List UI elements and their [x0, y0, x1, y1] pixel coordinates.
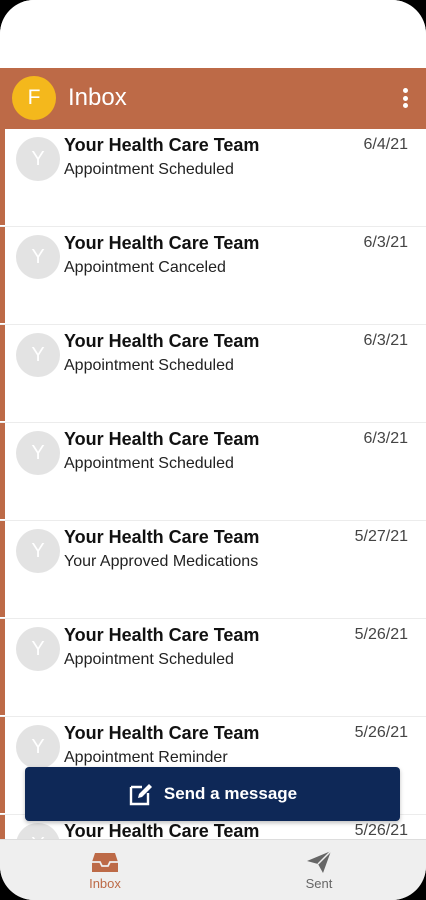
- unread-indicator: [0, 129, 5, 225]
- nav-sent[interactable]: Sent: [279, 848, 359, 891]
- message-row[interactable]: Y Your Health Care Team Appointment Sche…: [0, 423, 426, 521]
- message-subject: Appointment Reminder: [64, 749, 228, 766]
- nav-inbox[interactable]: Inbox: [65, 848, 145, 891]
- message-row[interactable]: Y Your Health Care Team Appointment Sche…: [0, 325, 426, 423]
- status-bar-area: [0, 0, 426, 68]
- message-subject: Appointment Scheduled: [64, 357, 234, 374]
- message-date: 5/26/21: [354, 822, 408, 839]
- message-list[interactable]: Y Your Health Care Team Appointment Sche…: [0, 129, 426, 839]
- message-date: 5/26/21: [354, 626, 408, 643]
- unread-indicator: [0, 619, 5, 715]
- page-title: Inbox: [68, 84, 127, 111]
- app-header: F Inbox: [0, 68, 426, 129]
- kebab-menu-icon[interactable]: [398, 86, 412, 110]
- phone-screen: F Inbox Y Your Health Care Team Appointm…: [0, 0, 426, 900]
- message-date: 5/27/21: [354, 528, 408, 545]
- message-row[interactable]: Y Your Health Care Team Appointment Sche…: [0, 619, 426, 717]
- sender-avatar: Y: [16, 725, 60, 769]
- unread-indicator: [0, 521, 5, 617]
- send-message-button[interactable]: Send a message: [25, 767, 400, 821]
- compose-icon: [129, 784, 152, 806]
- message-date: 6/3/21: [363, 234, 408, 251]
- bottom-nav: Inbox Sent: [0, 839, 426, 900]
- message-sender: Your Health Care Team: [64, 331, 260, 351]
- unread-indicator: [0, 815, 5, 839]
- unread-indicator: [0, 227, 5, 323]
- sender-avatar: Y: [16, 431, 60, 475]
- sender-avatar: Y: [16, 333, 60, 377]
- unread-indicator: [0, 717, 5, 813]
- message-subject: Appointment Scheduled: [64, 455, 234, 472]
- nav-sent-label: Sent: [305, 876, 333, 891]
- message-row[interactable]: Y Your Health Care Team Appointment Canc…: [0, 227, 426, 325]
- message-subject: Your Approved Medications: [64, 553, 259, 570]
- user-avatar[interactable]: F: [12, 76, 56, 120]
- message-subject: Appointment Scheduled: [64, 651, 234, 668]
- message-subject: Appointment Canceled: [64, 259, 226, 276]
- message-row[interactable]: Y Your Health Care Team Your Approved Me…: [0, 521, 426, 619]
- message-sender: Your Health Care Team: [64, 821, 260, 839]
- message-sender: Your Health Care Team: [64, 625, 260, 645]
- sender-avatar: Y: [16, 627, 60, 671]
- message-date: 6/3/21: [363, 430, 408, 447]
- sender-avatar: Y: [16, 235, 60, 279]
- message-sender: Your Health Care Team: [64, 233, 260, 253]
- sender-avatar: Y: [16, 529, 60, 573]
- message-subject: Appointment Scheduled: [64, 161, 234, 178]
- unread-indicator: [0, 423, 5, 519]
- sender-avatar: Y: [16, 137, 60, 181]
- unread-indicator: [0, 325, 5, 421]
- message-date: 6/4/21: [363, 136, 408, 153]
- message-sender: Your Health Care Team: [64, 527, 260, 547]
- sender-avatar: Y: [16, 823, 60, 839]
- nav-inbox-label: Inbox: [89, 876, 121, 891]
- message-date: 6/3/21: [363, 332, 408, 349]
- message-sender: Your Health Care Team: [64, 135, 260, 155]
- message-sender: Your Health Care Team: [64, 723, 260, 743]
- paper-plane-icon: [307, 850, 332, 873]
- message-sender: Your Health Care Team: [64, 429, 260, 449]
- message-date: 5/26/21: [354, 724, 408, 741]
- inbox-tray-icon: [92, 853, 118, 872]
- send-message-label: Send a message: [163, 784, 298, 803]
- message-row[interactable]: Y Your Health Care Team Appointment Sche…: [0, 129, 426, 227]
